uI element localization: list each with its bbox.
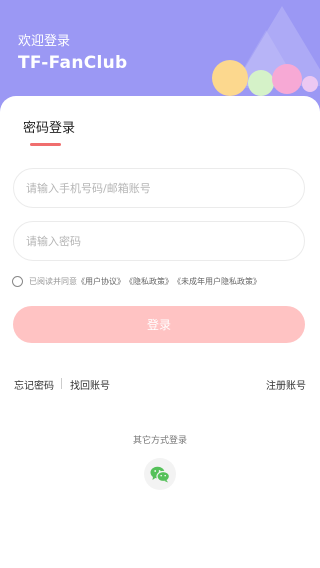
brand-title: TF-FanClub <box>18 53 128 73</box>
agreement-radio[interactable] <box>12 276 23 287</box>
tab-indicator <box>30 143 61 146</box>
divider <box>61 378 62 389</box>
decorative-ball <box>248 70 274 96</box>
account-field[interactable] <box>13 168 305 208</box>
other-login-methods-label: 其它方式登录 <box>132 436 187 446</box>
account-input[interactable] <box>26 181 304 195</box>
login-button[interactable]: 登录 <box>13 306 305 343</box>
user-agreement-link[interactable]: 《用户协议》 <box>77 276 125 287</box>
welcome-text: 欢迎登录 <box>18 34 71 49</box>
login-card: 密码登录 已阅读并同意 《用户协议》 《隐私政策》 《未成年用户隐私政策》 登录… <box>0 96 320 568</box>
password-field[interactable] <box>13 221 305 261</box>
minor-privacy-policy-link[interactable]: 《未成年用户隐私政策》 <box>173 276 261 287</box>
register-link[interactable]: 注册账号 <box>266 377 306 392</box>
agreement-prefix: 已阅读并同意 <box>29 277 77 286</box>
privacy-policy-link[interactable]: 《隐私政策》 <box>125 276 173 287</box>
password-input[interactable] <box>26 234 304 248</box>
wechat-login-button[interactable] <box>144 458 176 490</box>
tab-password-login[interactable]: 密码登录 <box>23 117 75 136</box>
decorative-ball <box>302 76 318 92</box>
wechat-icon <box>150 466 170 482</box>
decorative-ball <box>272 64 302 94</box>
account-links-row: 忘记密码 找回账号 注册账号 <box>14 377 306 392</box>
recover-account-link[interactable]: 找回账号 <box>70 377 110 392</box>
decorative-ball <box>212 60 248 96</box>
forgot-password-link[interactable]: 忘记密码 <box>14 377 54 392</box>
agreement-row: 已阅读并同意 《用户协议》 《隐私政策》 《未成年用户隐私政策》 <box>12 276 261 287</box>
